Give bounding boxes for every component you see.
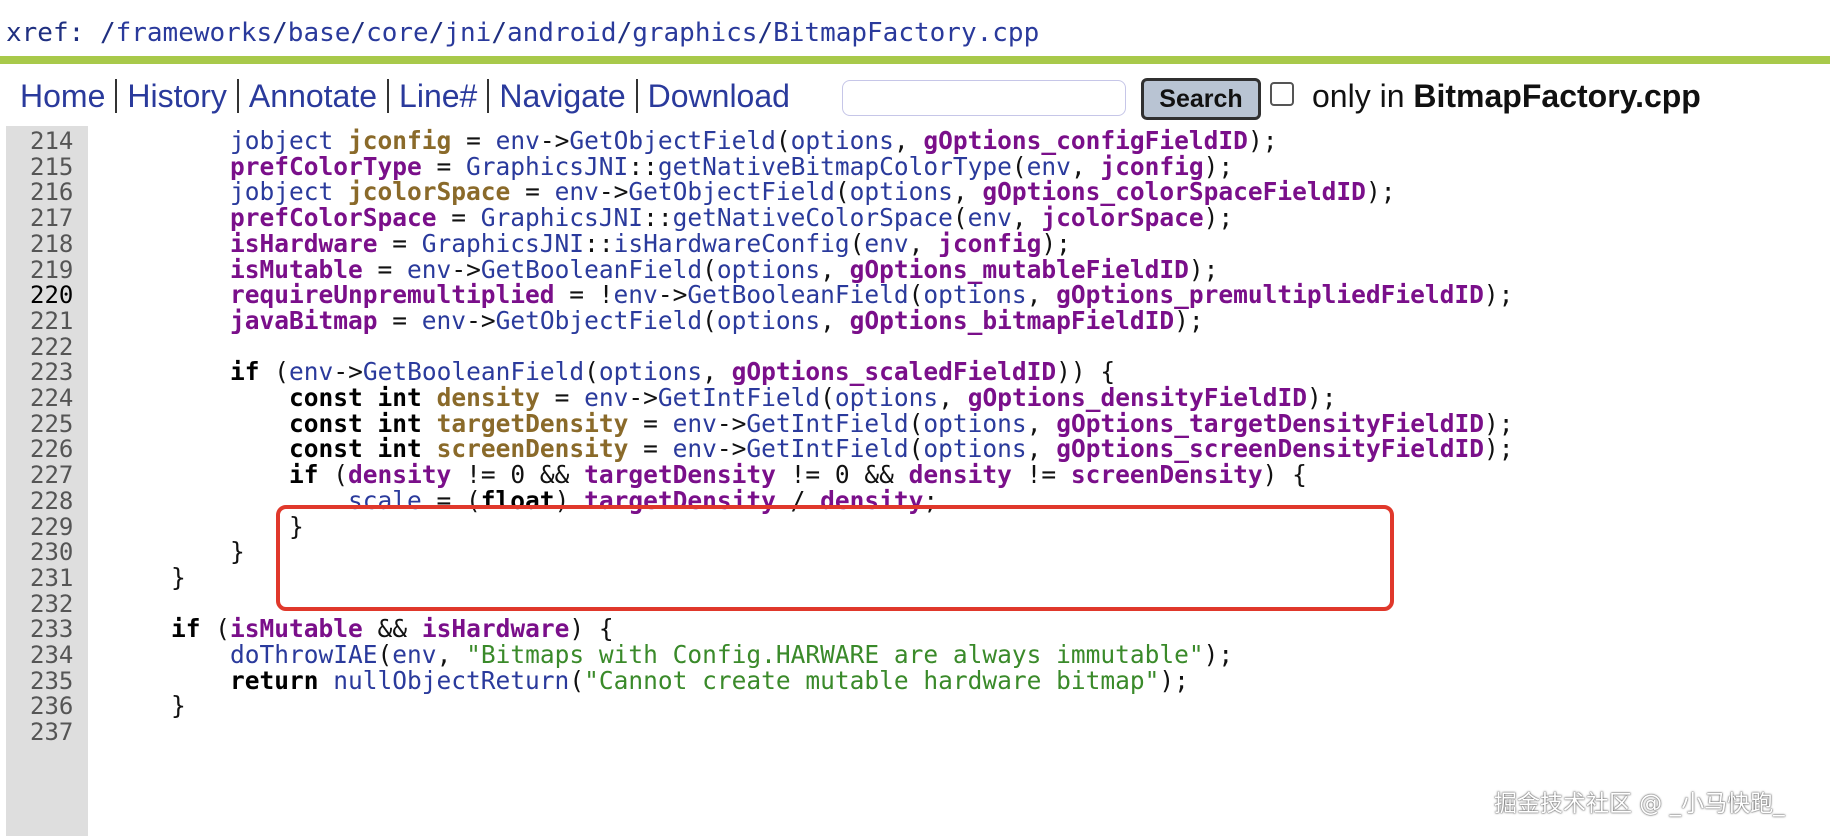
crumb-android[interactable]: android	[507, 18, 617, 48]
crumb-jni[interactable]: jni	[444, 18, 491, 48]
nav-divider	[236, 79, 239, 113]
nav-download-link[interactable]: Download	[648, 78, 790, 115]
search-button[interactable]: Search	[1141, 78, 1261, 120]
line-number-link[interactable]: 237	[30, 717, 76, 747]
xref-breadcrumb: xref: /frameworks/base/core/jni/android/…	[6, 18, 1040, 48]
header-divider	[0, 56, 1830, 64]
crumb-file[interactable]: BitmapFactory.cpp	[773, 18, 1039, 48]
code-text: }	[112, 691, 186, 721]
nav-divider	[387, 79, 390, 113]
nav-navigate-link[interactable]: Navigate	[499, 78, 625, 115]
code-text: }	[112, 562, 186, 592]
only-in-file-checkbox[interactable]	[1270, 82, 1294, 106]
nav-divider	[635, 79, 638, 113]
code-text: javaBitmap = env->GetObjectField(options…	[230, 305, 1204, 335]
crumb-base[interactable]: base	[288, 18, 351, 48]
crumb-core[interactable]: core	[366, 18, 429, 48]
nav-divider	[115, 79, 118, 113]
search-input[interactable]	[842, 80, 1126, 116]
nav-line-number-link[interactable]: Line#	[399, 78, 477, 115]
code-text: return nullObjectReturn("Cannot create m…	[230, 665, 1189, 695]
nav-annotate-link[interactable]: Annotate	[249, 78, 377, 115]
crumb-graphics[interactable]: graphics	[632, 18, 757, 48]
watermark: 掘金技术社区 @ _小马快跑_	[1494, 791, 1785, 817]
highlight-box	[276, 505, 1394, 611]
xref-label: xref	[6, 18, 69, 48]
crumb-frameworks[interactable]: frameworks	[116, 18, 273, 48]
nav-bar: Home History Annotate Line# Navigate Dow…	[20, 76, 790, 116]
nav-history-link[interactable]: History	[127, 78, 227, 115]
nav-divider	[487, 79, 490, 113]
only-in-label: only in BitmapFactory.cpp	[1312, 78, 1701, 114]
code-viewer: 214 jobject jconfig = env->GetObjectFiel…	[0, 126, 1830, 836]
only-in-filename: BitmapFactory.cpp	[1413, 78, 1701, 114]
nav-home-link[interactable]: Home	[20, 78, 105, 115]
